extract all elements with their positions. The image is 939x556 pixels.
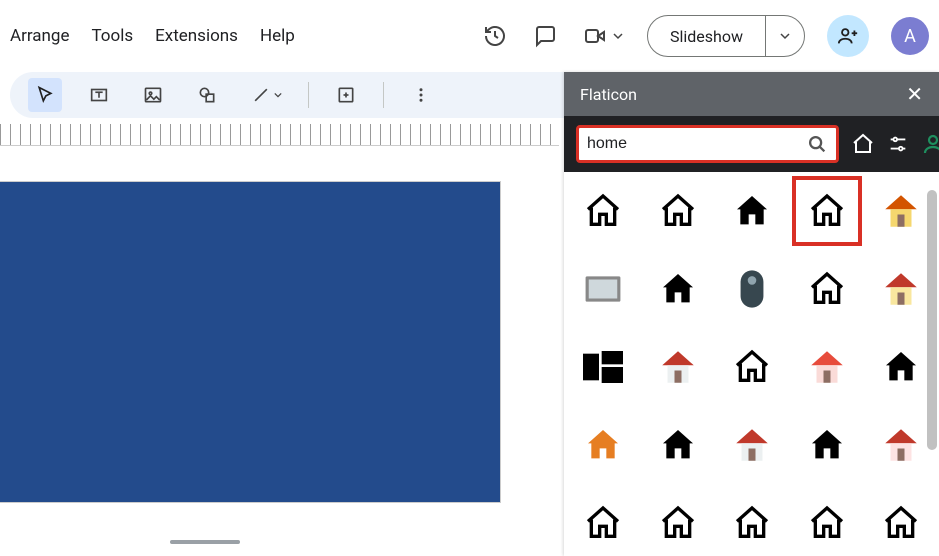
slideshow-button[interactable]: Slideshow bbox=[648, 16, 766, 56]
results-area bbox=[564, 172, 939, 556]
result-smart-speaker[interactable] bbox=[727, 264, 777, 314]
menu-extensions[interactable]: Extensions bbox=[155, 26, 238, 46]
result-home-outline-thin[interactable] bbox=[876, 498, 926, 548]
result-home-outline-bold[interactable] bbox=[653, 186, 703, 236]
result-kitchen-appliances[interactable] bbox=[578, 342, 628, 392]
panel-title: Flaticon bbox=[580, 85, 637, 104]
menubar-right: Slideshow A bbox=[481, 15, 929, 57]
result-microwave[interactable] bbox=[578, 264, 628, 314]
result-home-color-tree[interactable] bbox=[876, 186, 926, 236]
search-icon[interactable] bbox=[798, 133, 836, 155]
result-home-briefcase[interactable] bbox=[727, 420, 777, 470]
select-tool[interactable] bbox=[28, 78, 62, 112]
meet-icon[interactable] bbox=[581, 22, 625, 50]
result-home-heart[interactable] bbox=[876, 420, 926, 470]
search-input[interactable] bbox=[583, 135, 798, 153]
menu-help[interactable]: Help bbox=[260, 26, 295, 46]
result-home-outline[interactable] bbox=[578, 186, 628, 236]
history-icon[interactable] bbox=[481, 22, 509, 50]
user-icon[interactable] bbox=[921, 130, 939, 158]
results-grid bbox=[578, 186, 931, 548]
flaticon-panel: Flaticon ✕ bbox=[564, 72, 939, 556]
image-tool[interactable] bbox=[136, 78, 170, 112]
result-home-duplex[interactable] bbox=[727, 342, 777, 392]
result-home-filled-small[interactable] bbox=[653, 420, 703, 470]
toolbar-separator bbox=[308, 82, 309, 108]
menubar: Arrange Tools Extensions Help Slideshow … bbox=[0, 0, 939, 72]
more-tools-icon[interactable] bbox=[404, 78, 438, 112]
slideshow-dropdown[interactable] bbox=[766, 31, 804, 41]
slideshow-group: Slideshow bbox=[647, 15, 805, 57]
home-nav-icon[interactable] bbox=[851, 130, 875, 158]
result-home-orange[interactable] bbox=[578, 420, 628, 470]
shape-tool[interactable] bbox=[190, 78, 224, 112]
canvas-area[interactable] bbox=[0, 150, 559, 556]
menu-row: Arrange Tools Extensions Help bbox=[10, 26, 295, 46]
result-home-filled-simple[interactable] bbox=[876, 342, 926, 392]
result-home-line-detailed[interactable] bbox=[802, 264, 852, 314]
slide[interactable] bbox=[0, 182, 500, 502]
result-home-pink[interactable] bbox=[802, 342, 852, 392]
account-avatar[interactable]: A bbox=[891, 17, 929, 55]
result-home-sketch[interactable] bbox=[578, 498, 628, 548]
menu-arrange[interactable]: Arrange bbox=[10, 26, 69, 46]
result-smart-lock[interactable] bbox=[653, 498, 703, 548]
panel-header: Flaticon ✕ bbox=[564, 72, 939, 116]
textbox-tool[interactable] bbox=[82, 78, 116, 112]
add-tool[interactable] bbox=[329, 78, 363, 112]
toolbar-separator bbox=[383, 82, 384, 108]
close-icon[interactable]: ✕ bbox=[906, 82, 923, 106]
line-tool[interactable] bbox=[244, 78, 288, 112]
result-home-outline-wide[interactable] bbox=[802, 186, 852, 236]
settings-icon[interactable] bbox=[887, 130, 909, 158]
comment-icon[interactable] bbox=[531, 22, 559, 50]
search-wrap bbox=[576, 125, 839, 163]
result-home-filled-chimney2[interactable] bbox=[802, 420, 852, 470]
result-home-color-red[interactable] bbox=[876, 264, 926, 314]
result-home-outline-door[interactable] bbox=[802, 498, 852, 548]
filmstrip-handle[interactable] bbox=[170, 540, 240, 544]
scrollbar[interactable] bbox=[927, 190, 937, 450]
result-mansion[interactable] bbox=[727, 498, 777, 548]
menu-tools[interactable]: Tools bbox=[91, 26, 133, 46]
result-home-filled-chimney[interactable] bbox=[653, 264, 703, 314]
result-home-filled[interactable] bbox=[727, 186, 777, 236]
result-home-color-roof[interactable] bbox=[653, 342, 703, 392]
panel-toolbar bbox=[564, 116, 939, 172]
share-button[interactable] bbox=[827, 15, 869, 57]
